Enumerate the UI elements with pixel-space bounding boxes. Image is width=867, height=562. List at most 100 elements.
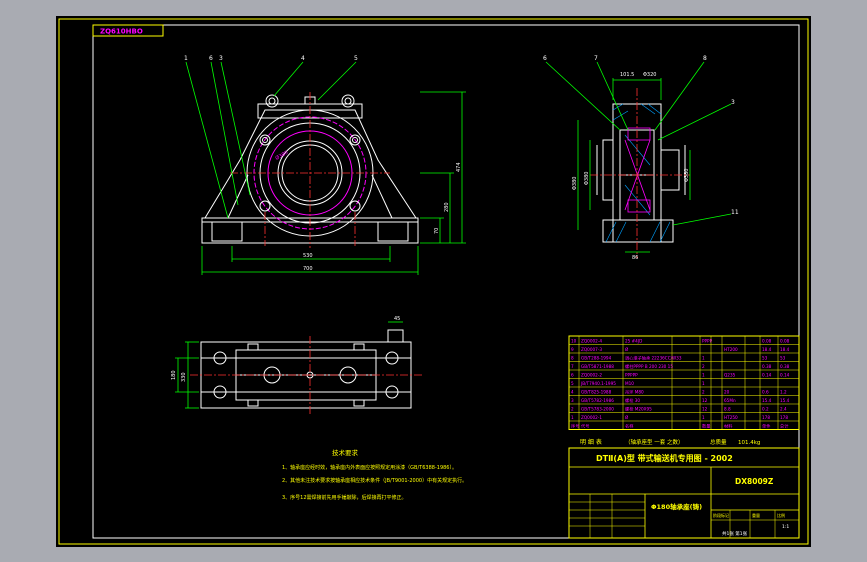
bom-cell: HT200 xyxy=(724,347,738,352)
bom-cell: 材料 xyxy=(724,422,733,429)
bom-cell: ZQ0007-3 xyxy=(581,347,602,352)
bom-cell: 1.2 xyxy=(780,389,787,394)
bom-cell: 1 xyxy=(571,415,574,420)
bom-cell: 螺栓 30 xyxy=(625,397,640,404)
side-dim-bottom: 86 xyxy=(632,255,638,261)
bom-cell: 8 xyxy=(571,355,574,360)
bom-cell: 总计 xyxy=(780,422,788,429)
bom-cell: 0.2 xyxy=(762,406,769,411)
side-callout-3: 3 xyxy=(731,99,735,106)
side-dim-top-a: 101.5 xyxy=(620,72,634,78)
bom-cell: JB/T7940.1-1995 xyxy=(580,381,616,386)
bom-cell: 7 xyxy=(571,364,574,369)
bom-cell: 6 xyxy=(571,372,574,377)
bom-cell: 序号 xyxy=(571,422,579,429)
part-name: Φ180轴承座(铸) xyxy=(651,502,702,511)
callout-4: 4 xyxy=(301,55,305,62)
bom-cell: ZQ0002-1 xyxy=(581,415,602,420)
bom-header-label: 明 细 表 xyxy=(580,438,602,446)
callout-3: 3 xyxy=(219,55,223,62)
side-callout-8: 8 xyxy=(703,55,707,62)
bom-cell: 12 xyxy=(702,398,708,403)
bom-cell: GB/T825-1988 xyxy=(581,389,612,394)
bom-cell: GB/T288-1994 xyxy=(581,355,612,360)
side-dim-top-b: Φ320 xyxy=(643,72,656,78)
ratio-label: 比例 xyxy=(777,512,785,518)
bom-cell: 0.08 xyxy=(762,338,772,343)
bom-cell: 178 xyxy=(762,415,770,420)
bom-cell: HT250 xyxy=(724,415,738,420)
bom-cell: PPPP xyxy=(702,338,713,343)
bom-cell: 1 xyxy=(702,372,705,377)
note-1: 1、轴承座应经时效，轴承座内外表面应按照规定用涂漆（GB/T6388-1986）… xyxy=(282,464,457,471)
bom-cell: 0.6 xyxy=(762,389,769,394)
notes-title: 技术要求 xyxy=(332,448,359,457)
bom-cell: 1 xyxy=(702,355,705,360)
side-callout-7: 7 xyxy=(594,55,598,62)
bom-cell: 0.08 xyxy=(780,338,790,343)
bom-cell: 3 xyxy=(571,398,574,403)
weight-label-tb: 重量 xyxy=(752,512,760,518)
bom-cell: 12 xyxy=(702,406,708,411)
drawing-code: ZQ610HBO xyxy=(100,28,143,36)
bom-cell: GB/T5783-2000 xyxy=(581,406,614,411)
bom-cell: ZQ0002-2 xyxy=(581,372,602,377)
bom-cell: 53 xyxy=(780,355,786,360)
top-dim-45: 45 xyxy=(394,316,400,322)
bom-cell: 25 #4JD xyxy=(625,338,642,343)
bom-cell: 单件 xyxy=(762,422,770,429)
dim-530: 530 xyxy=(303,253,313,259)
bom-cell: 0.14 xyxy=(762,372,772,377)
stage-label: 阶段标记 xyxy=(713,512,729,518)
bom-cell: PPPPP xyxy=(625,372,638,377)
callout-1: 1 xyxy=(184,55,188,62)
bom-cell: 178 xyxy=(780,415,788,420)
bom-cell: 数量 xyxy=(702,422,710,429)
bom-cell: M10 xyxy=(625,381,634,386)
bom-cell: 65Mn xyxy=(724,398,736,403)
scale-value: 1:1 xyxy=(782,524,789,530)
bom-cell: 4 xyxy=(571,389,574,394)
bom-cell: 0.38 xyxy=(780,364,790,369)
bom-cell: 1 xyxy=(702,381,705,386)
bom-cell: 2 xyxy=(702,364,705,369)
bom-cell: 15.4 xyxy=(762,398,772,403)
bom-cell: 2.4 xyxy=(780,406,787,411)
series-title: DTⅡ(A)型 带式输送机专用图 - 2002 xyxy=(596,453,733,463)
note-2: 2、其他未注技术要求按轴承座相应技术条件（JB/T9001-2000）中有关规定… xyxy=(282,477,467,484)
weight-label: 总质量 xyxy=(710,438,727,446)
bom-cell: 调心滚子轴承 22236CC/W33 xyxy=(625,354,682,361)
bom-header-note: （轴承座型 一套 之数） xyxy=(625,438,684,446)
top-dim-330: 330 xyxy=(181,372,187,382)
bom-cell: 螺栓 M20X95 xyxy=(625,405,652,412)
side-callout-11: 11 xyxy=(731,209,739,216)
note-3: 3、序号12需焊接前先用手锤敲除，后焊接再打平修正。 xyxy=(282,494,407,501)
callout-6: 6 xyxy=(209,55,213,62)
bom-cell: 9 xyxy=(571,347,574,352)
bom-cell: 2 xyxy=(702,389,705,394)
bom-cell: 代号 xyxy=(581,422,589,429)
bom-cell: 1 xyxy=(702,415,705,420)
cad-drawing: ZQ610HBO 700 530 474 280 70 Ø380 1 6 3 4… xyxy=(56,16,811,547)
drawing-number: DX8009Z xyxy=(735,477,774,486)
bom-cell: 螺柱PPPP B 200 230 15 xyxy=(625,363,673,370)
bom-cell: 53 xyxy=(762,355,768,360)
bom-cell: 20 xyxy=(724,389,730,394)
dim-474: 474 xyxy=(456,162,462,172)
dim-280: 280 xyxy=(444,202,450,212)
sheet-info: 共1张 第1张 xyxy=(722,530,748,537)
weight-value: 101.4kg xyxy=(738,440,760,446)
side-dim-right: Φ380 xyxy=(684,169,690,182)
bom-cell: 5 xyxy=(571,381,574,386)
bom-cell: 名称 xyxy=(625,422,633,429)
bom-cell: GB/T5782-1986 xyxy=(581,398,614,403)
side-dim-left-a: Φ380 xyxy=(572,177,578,190)
bom-cell: 18.4 xyxy=(762,347,772,352)
bom-cell: 0.14 xyxy=(780,372,790,377)
top-dim-180: 180 xyxy=(171,370,177,380)
dim-70: 70 xyxy=(434,228,440,234)
bom-cell: Q235 xyxy=(724,372,736,377)
bom-cell: ZQ0002-4 xyxy=(581,338,602,343)
bom-cell: GB/T5871-1988 xyxy=(581,364,614,369)
bom-cell: 0.38 xyxy=(762,364,772,369)
